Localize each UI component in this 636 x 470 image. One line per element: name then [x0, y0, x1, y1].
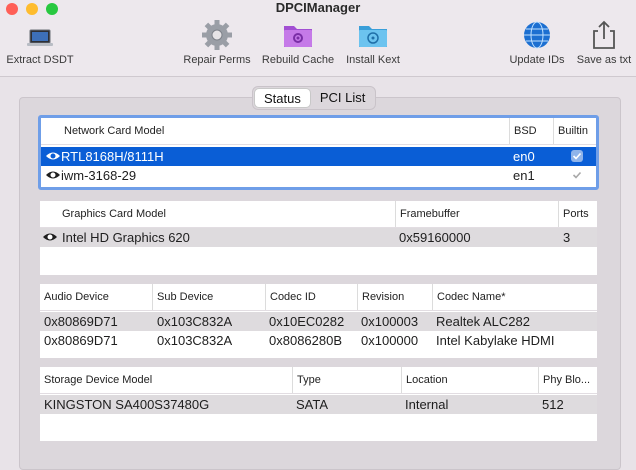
checkmark-icon	[572, 152, 582, 160]
audio-col-codec-name[interactable]: Codec Name*	[432, 284, 597, 310]
globe-icon	[524, 21, 550, 49]
eye-icon	[46, 171, 60, 179]
repair-perms-label: Repair Perms	[183, 54, 251, 66]
repair-perms-button[interactable]: Repair Perms	[180, 20, 254, 66]
network-model-cell: RTL8168H/8111H	[61, 149, 164, 164]
table-row[interactable]: RTL8168H/8111H en0	[41, 147, 596, 166]
storage-table-header: Storage Device Model Type Location Phy B…	[40, 367, 597, 394]
audio-revision-cell: 0x100000	[361, 333, 419, 348]
storage-col-type[interactable]: Type	[292, 367, 397, 393]
save-as-txt-label: Save as txt	[576, 54, 632, 66]
network-col-model[interactable]: Network Card Model	[60, 118, 504, 144]
graphics-model-cell: Intel HD Graphics 620	[62, 230, 190, 245]
checkmark-icon	[572, 171, 582, 179]
window-title: DPCIManager	[275, 0, 361, 15]
network-col-builtin[interactable]: Builtin	[553, 118, 602, 144]
storage-block-cell: 512	[542, 397, 564, 412]
extract-dsdt-label: Extract DSDT	[6, 54, 74, 66]
storage-location-cell: Internal	[405, 397, 449, 412]
audio-col-revision[interactable]: Revision	[357, 284, 428, 310]
tab-segmented-control: Status PCI List	[252, 86, 377, 110]
eye-icon	[46, 152, 60, 160]
storage-model-cell: KINGSTON SA400S37480G	[44, 397, 210, 412]
table-row[interactable]: iwm-3168-29 en1	[41, 166, 596, 185]
gear-icon	[202, 20, 232, 50]
audio-sub-cell: 0x103C832A	[157, 333, 233, 348]
network-bsd-cell: en0	[513, 149, 535, 164]
audio-codec-cell: 0x8086280B	[269, 333, 343, 348]
graphics-col-ports[interactable]: Ports	[558, 201, 598, 227]
blue-folder-icon	[359, 26, 387, 47]
rebuild-cache-button[interactable]: Rebuild Cache	[258, 20, 338, 66]
audio-device-cell: 0x80869D71	[44, 314, 118, 329]
tab-pci-list[interactable]: PCI List	[311, 88, 375, 108]
audio-col-device[interactable]: Audio Device	[40, 284, 148, 310]
storage-col-model[interactable]: Storage Device Model	[40, 367, 289, 393]
graphics-col-model[interactable]: Graphics Card Model	[58, 201, 392, 227]
network-model-cell: iwm-3168-29	[61, 168, 137, 183]
graphics-framebuffer-cell: 0x59160000	[399, 230, 471, 245]
storage-col-phy-block[interactable]: Phy Blo...	[538, 367, 598, 393]
laptop-icon	[27, 29, 53, 46]
rebuild-cache-label: Rebuild Cache	[261, 54, 335, 66]
update-ids-label: Update IDs	[509, 54, 565, 66]
eye-icon	[43, 233, 57, 241]
install-kext-label: Install Kext	[346, 54, 400, 66]
graphics-table-header: Graphics Card Model Framebuffer Ports	[40, 201, 597, 228]
table-row[interactable]: KINGSTON SA400S37480G SATA Internal 512	[40, 395, 597, 414]
audio-col-codec-id[interactable]: Codec ID	[265, 284, 354, 310]
network-col-bsd[interactable]: BSD	[509, 118, 550, 144]
graphics-ports-cell: 3	[563, 230, 571, 245]
share-icon	[593, 20, 615, 49]
audio-table[interactable]: Audio Device Sub Device Codec ID Revisio…	[40, 284, 597, 358]
audio-codec-cell: 0x10EC0282	[269, 314, 345, 329]
storage-type-cell: SATA	[296, 397, 329, 412]
audio-sub-cell: 0x103C832A	[157, 314, 233, 329]
tab-status[interactable]: Status	[254, 88, 311, 108]
network-table[interactable]: Network Card Model BSD Builtin RTL8168H/…	[38, 115, 599, 190]
storage-col-location[interactable]: Location	[401, 367, 536, 393]
table-row[interactable]: 0x80869D71 0x103C832A 0x10EC0282 0x10000…	[40, 312, 597, 331]
builtin-checkbox[interactable]	[571, 169, 583, 181]
builtin-checkbox[interactable]	[571, 150, 583, 162]
graphics-table[interactable]: Graphics Card Model Framebuffer Ports In…	[40, 201, 597, 275]
graphics-col-framebuffer[interactable]: Framebuffer	[395, 201, 555, 227]
save-as-txt-button[interactable]: Save as txt	[572, 20, 636, 66]
install-kext-button[interactable]: Install Kext	[342, 20, 404, 66]
audio-revision-cell: 0x100003	[361, 314, 419, 329]
title-bar: DPCIManager Extract DSDT Repair Perms Re…	[0, 0, 636, 77]
audio-table-header: Audio Device Sub Device Codec ID Revisio…	[40, 284, 597, 311]
storage-table[interactable]: Storage Device Model Type Location Phy B…	[40, 367, 597, 441]
network-bsd-cell: en1	[513, 168, 535, 183]
update-ids-button[interactable]: Update IDs	[506, 20, 568, 66]
table-row[interactable]: 0x80869D71 0x103C832A 0x8086280B 0x10000…	[40, 331, 597, 350]
network-table-header: Network Card Model BSD Builtin	[41, 118, 596, 145]
audio-device-cell: 0x80869D71	[44, 333, 118, 348]
extract-dsdt-button[interactable]: Extract DSDT	[4, 20, 76, 66]
table-row[interactable]: Intel HD Graphics 620 0x59160000 3	[40, 228, 597, 247]
purple-folder-icon	[284, 26, 312, 47]
audio-col-sub-device[interactable]: Sub Device	[152, 284, 261, 310]
audio-codec-name-cell: Intel Kabylake HDMI	[436, 333, 555, 348]
audio-codec-name-cell: Realtek ALC282	[436, 314, 530, 329]
